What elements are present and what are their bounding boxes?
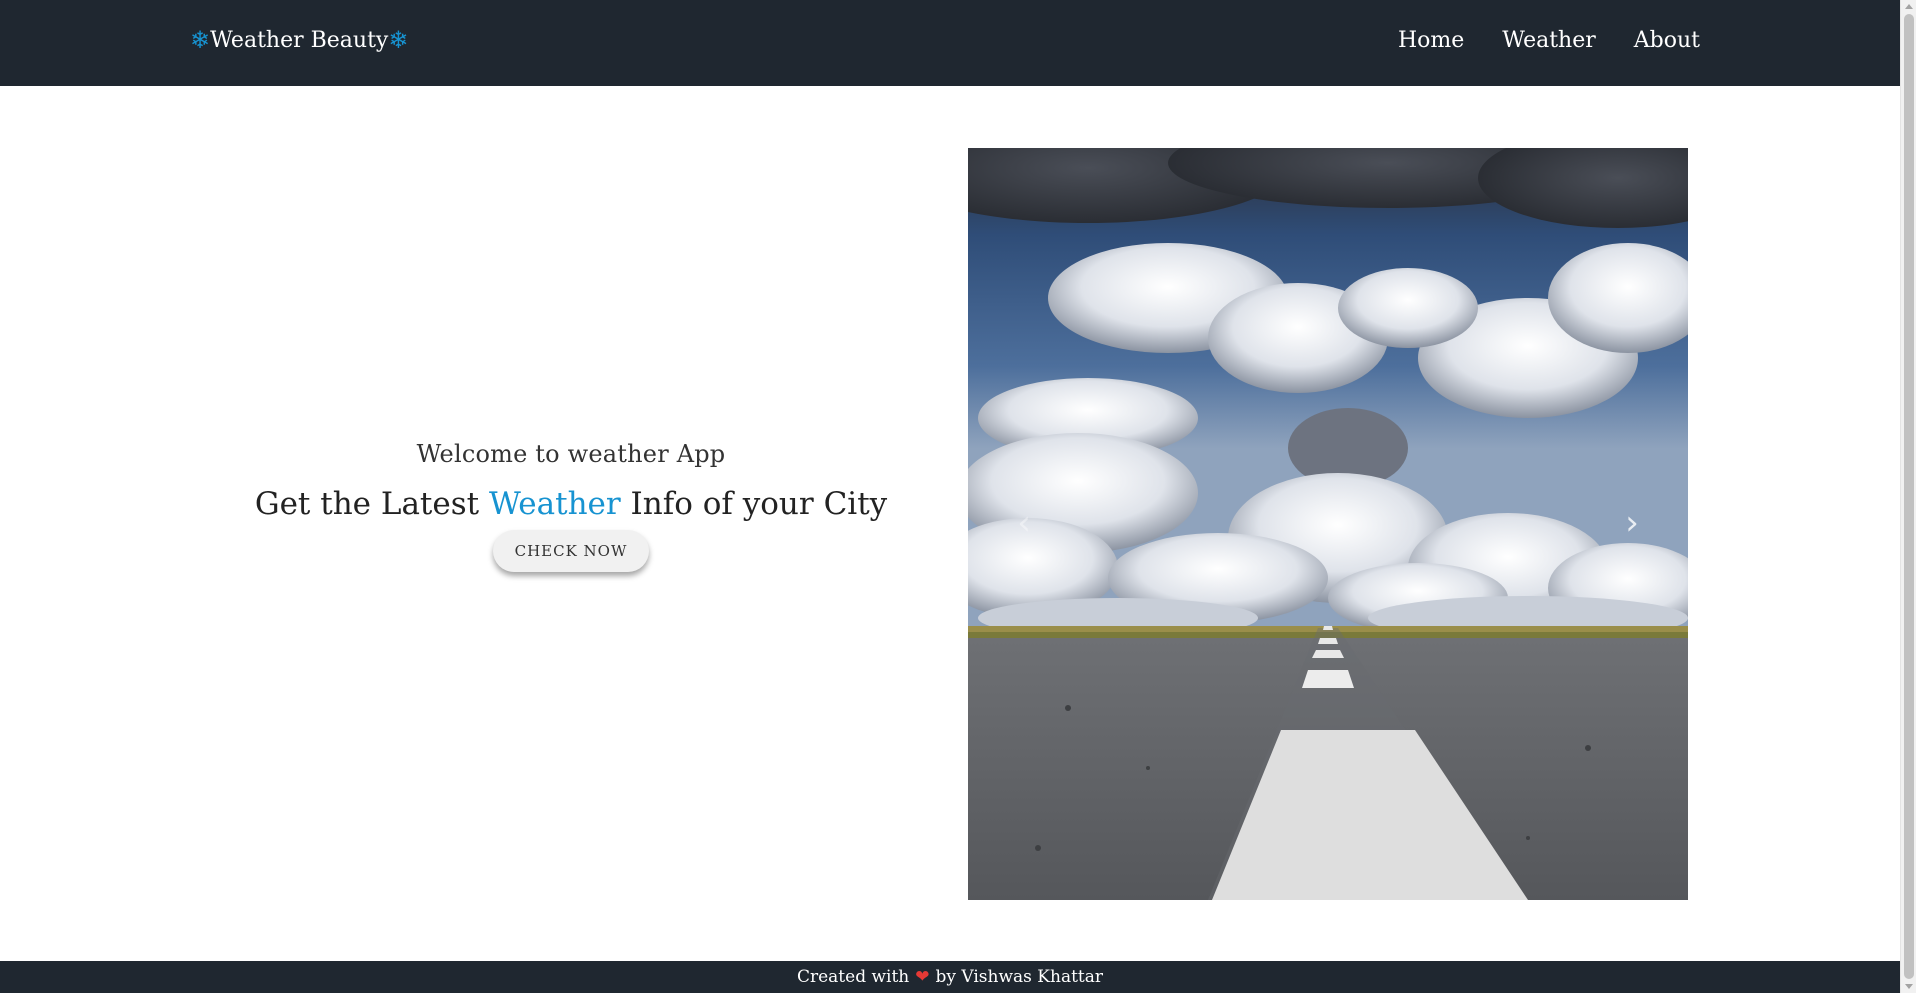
nav-about-link[interactable]: About	[1634, 28, 1700, 53]
nav-links: Home Weather About	[1398, 22, 1700, 58]
check-now-button[interactable]: CHECK NOW	[492, 530, 650, 572]
scroll-down-icon[interactable]	[1905, 984, 1913, 989]
brand-link[interactable]: ❄ Weather Beauty ❄	[190, 22, 408, 58]
scrollbar-thumb[interactable]	[1904, 14, 1914, 979]
nav-weather-link[interactable]: Weather	[1502, 28, 1596, 53]
nav-home-link[interactable]: Home	[1398, 28, 1464, 53]
hero-title-start: Get the Latest	[254, 486, 489, 522]
footer-text-start: Created with	[796, 967, 910, 987]
hero-title-accent: Weather	[488, 486, 621, 522]
hero-welcome-text: Welcome to weather App	[416, 440, 726, 468]
carousel-image	[968, 148, 1688, 900]
page: ❄ Weather Beauty ❄ Home Weather About We…	[0, 0, 1900, 993]
hero-title-end: Info of your City	[620, 486, 888, 522]
page-scrollbar[interactable]	[1900, 0, 1916, 993]
chevron-right-icon: ›	[1625, 503, 1639, 543]
carousel-prev-button[interactable]: ‹	[1004, 498, 1044, 548]
image-carousel: ‹ ›	[968, 148, 1688, 900]
brand-label: Weather Beauty	[210, 27, 389, 53]
chevron-left-icon: ‹	[1017, 503, 1031, 543]
hero-title: Get the Latest Weather Info of your City	[200, 486, 942, 522]
snowflake-icon: ❄	[388, 26, 409, 54]
navbar: ❄ Weather Beauty ❄ Home Weather About	[0, 0, 1900, 86]
heart-icon: ❤	[915, 967, 930, 987]
footer: Created with ❤ by Vishwas Khattar	[0, 961, 1900, 993]
footer-text-end: by Vishwas Khattar	[935, 967, 1104, 987]
snowflake-icon: ❄	[190, 26, 211, 54]
hero-section: Welcome to weather App Get the Latest We…	[200, 440, 942, 572]
carousel-next-button[interactable]: ›	[1612, 498, 1652, 548]
scroll-up-icon[interactable]	[1905, 4, 1913, 9]
